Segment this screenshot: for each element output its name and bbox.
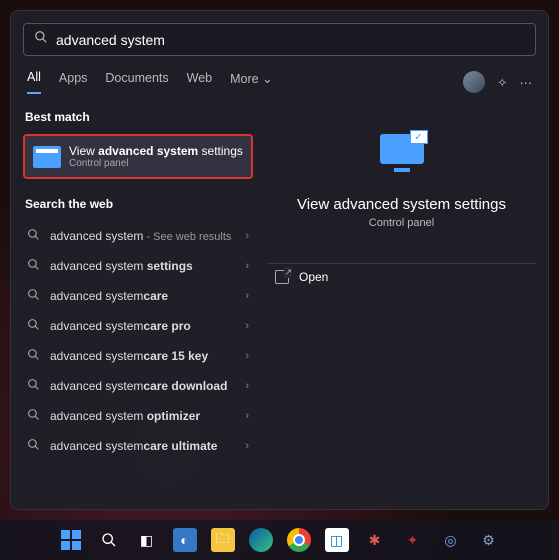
more-options-icon[interactable]: ⋯ (520, 75, 533, 90)
chevron-right-icon: › (245, 440, 249, 452)
tab-apps[interactable]: Apps (59, 71, 88, 93)
search-panel: All Apps Documents Web More ⌄ ✧ ⋯ Best m… (10, 10, 549, 510)
search-bar[interactable] (23, 23, 536, 56)
edge-icon[interactable] (249, 528, 273, 552)
web-result-label: advanced systemcare 15 key (50, 349, 235, 363)
app-icon-2[interactable]: ✦ (401, 528, 425, 552)
best-match-subtitle: Control panel (69, 158, 243, 169)
search-input[interactable] (56, 32, 525, 48)
web-result-item[interactable]: advanced systemcare pro › (23, 311, 253, 341)
web-result-item[interactable]: advanced system settings › (23, 251, 253, 281)
search-web-header: Search the web (25, 197, 251, 211)
preview-title: View advanced system settings (297, 196, 506, 213)
task-view-icon[interactable]: ◧ (135, 528, 159, 552)
search-icon (27, 228, 40, 244)
tab-more[interactable]: More ⌄ (230, 71, 272, 94)
store-icon[interactable]: ◫ (325, 528, 349, 552)
search-icon (27, 378, 40, 394)
web-result-item[interactable]: advanced system optimizer › (23, 401, 253, 431)
chevron-down-icon: ⌄ (262, 72, 272, 86)
chevron-right-icon: › (245, 380, 249, 392)
explorer-icon[interactable]: 🗀 (211, 528, 235, 552)
widgets-icon[interactable]: ◐ (173, 528, 197, 552)
search-icon (27, 408, 40, 424)
rewards-icon[interactable]: ✧ (497, 75, 507, 90)
chrome-icon[interactable] (287, 528, 311, 552)
best-match-header: Best match (25, 110, 251, 124)
web-result-item[interactable]: advanced system - See web results › (23, 221, 253, 251)
web-result-label: advanced systemcare (50, 289, 235, 303)
taskbar-search-icon[interactable] (97, 528, 121, 552)
open-icon (275, 270, 289, 284)
tab-all[interactable]: All (27, 70, 41, 94)
web-result-item[interactable]: advanced systemcare › (23, 281, 253, 311)
chevron-right-icon: › (245, 230, 249, 242)
web-result-label: advanced systemcare pro (50, 319, 235, 333)
web-result-item[interactable]: advanced systemcare 15 key › (23, 341, 253, 371)
chevron-right-icon: › (245, 290, 249, 302)
web-result-label: advanced system - See web results (50, 229, 235, 243)
settings-icon[interactable]: ⚙ (477, 528, 501, 552)
results-list: Best match View advanced system settings… (23, 106, 253, 497)
best-match-result[interactable]: View advanced system settings Control pa… (23, 134, 253, 179)
chevron-right-icon: › (245, 320, 249, 332)
preview-subtitle: Control panel (369, 217, 434, 229)
search-icon (27, 438, 40, 454)
search-icon (34, 30, 48, 49)
check-badge-icon: ✓ (410, 130, 428, 144)
chevron-right-icon: › (245, 410, 249, 422)
user-avatar[interactable] (463, 71, 485, 93)
tab-documents[interactable]: Documents (105, 71, 168, 93)
app-icon-1[interactable]: ✱ (363, 528, 387, 552)
app-icon-3[interactable]: ◎ (439, 528, 463, 552)
search-icon (27, 318, 40, 334)
start-button[interactable] (59, 528, 83, 552)
filter-tabs: All Apps Documents Web More ⌄ ✧ ⋯ (23, 70, 536, 94)
web-result-label: advanced system optimizer (50, 409, 235, 423)
chevron-right-icon: › (245, 260, 249, 272)
taskbar: ◧ ◐ 🗀 ◫ ✱ ✦ ◎ ⚙ (0, 520, 559, 560)
web-result-item[interactable]: advanced systemcare download › (23, 371, 253, 401)
open-action[interactable]: Open (267, 263, 536, 290)
search-icon (27, 288, 40, 304)
web-result-label: advanced systemcare download (50, 379, 235, 393)
web-result-label: advanced systemcare ultimate (50, 439, 235, 453)
search-icon (27, 348, 40, 364)
preview-pane: ✓ View advanced system settings Control … (267, 106, 536, 497)
control-panel-icon (33, 146, 61, 168)
best-match-title: View advanced system settings (69, 144, 243, 158)
preview-icon: ✓ (377, 134, 427, 180)
web-result-item[interactable]: advanced systemcare ultimate › (23, 431, 253, 461)
tab-web[interactable]: Web (187, 71, 212, 93)
chevron-right-icon: › (245, 350, 249, 362)
web-result-label: advanced system settings (50, 259, 235, 273)
search-icon (27, 258, 40, 274)
open-label: Open (299, 270, 328, 284)
